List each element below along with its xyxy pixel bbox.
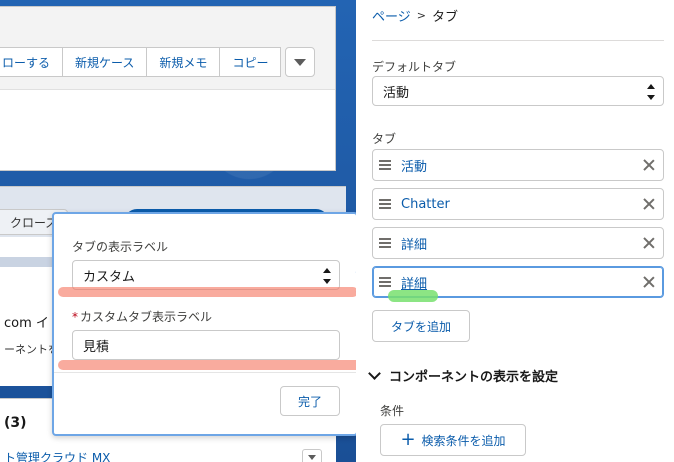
record-header: ローする 新規ケース 新規メモ コピー: [0, 7, 335, 90]
new-note-button[interactable]: 新規メモ: [146, 47, 221, 77]
component-visibility-section[interactable]: コンポーネントの表示を設定: [368, 366, 559, 385]
drag-handle-icon[interactable]: [379, 199, 391, 209]
record-header-card: ローする 新規ケース 新規メモ コピー: [0, 6, 336, 171]
related-record-link[interactable]: ト管理クラウド MX: [4, 449, 110, 462]
related-list-count: (3): [4, 415, 27, 431]
tabs-label: タブ: [372, 132, 397, 146]
copy-button[interactable]: コピー: [219, 47, 282, 77]
default-tab-value: 活動: [383, 85, 410, 101]
popover-divider: [54, 372, 356, 373]
tab-row-details[interactable]: 詳細: [372, 227, 664, 259]
select-arrows-icon: [647, 84, 655, 100]
breadcrumb-separator-icon: >: [416, 9, 426, 22]
tab-row-activity[interactable]: 活動: [372, 149, 664, 181]
properties-panel: ページ > タブ デフォルトタブ 活動 タブ 活動 Chatter 詳細 詳細 …: [356, 0, 674, 462]
required-marker: *: [72, 310, 78, 324]
drag-handle-icon[interactable]: [379, 277, 391, 287]
chevron-down-icon: [368, 367, 381, 380]
add-filter-button[interactable]: + 検索条件を追加: [380, 424, 526, 456]
row-action-button[interactable]: [302, 449, 322, 462]
default-tab-label: デフォルトタブ: [372, 60, 457, 74]
tab-label-select-value: カスタム: [83, 269, 136, 285]
action-button-group: ローする 新規ケース 新規メモ コピー: [0, 47, 316, 77]
more-actions-button[interactable]: [285, 47, 316, 77]
conditions-label: 条件: [380, 404, 405, 418]
breadcrumb-current: タブ: [431, 10, 458, 25]
custom-label-field-label: * カスタムタブ表示ラベル: [72, 308, 212, 325]
drag-handle-icon[interactable]: [379, 238, 391, 248]
drag-handle-icon[interactable]: [379, 160, 391, 170]
tab-label-field-label: タブの表示ラベル: [72, 240, 169, 254]
default-tab-select[interactable]: 活動: [372, 76, 664, 106]
panel-divider: [372, 40, 664, 41]
tab-row-name[interactable]: 詳細: [401, 234, 639, 253]
close-icon[interactable]: [639, 272, 659, 292]
custom-label-input-value: 見積: [83, 339, 110, 355]
close-icon[interactable]: [639, 194, 659, 214]
chevron-down-icon: [294, 58, 307, 66]
done-button[interactable]: 完了: [280, 386, 340, 416]
highlight-mark-input: [58, 360, 364, 370]
partial-component-text: ーネントを: [4, 343, 59, 356]
breadcrumb-page-link[interactable]: ページ: [372, 6, 411, 25]
component-visibility-title: コンポーネントの表示を設定: [389, 370, 559, 385]
breadcrumb: ページ > タブ: [372, 6, 458, 25]
custom-label-text: カスタムタブ表示ラベル: [80, 310, 213, 324]
partial-heading: com イ: [4, 316, 49, 331]
tab-row-chatter[interactable]: Chatter: [372, 188, 664, 220]
highlight-mark-tab: [388, 290, 438, 302]
select-arrows-icon: [323, 268, 331, 284]
tab-row-name[interactable]: 詳細: [401, 273, 639, 292]
add-tab-button[interactable]: タブを追加: [372, 310, 470, 342]
add-filter-label: 検索条件を追加: [421, 433, 506, 448]
custom-label-input[interactable]: 見積: [72, 330, 340, 360]
tab-row-name[interactable]: 活動: [401, 156, 639, 175]
close-icon[interactable]: [639, 233, 659, 253]
plus-icon: +: [400, 429, 416, 450]
close-icon[interactable]: [639, 155, 659, 175]
new-case-button[interactable]: 新規ケース: [62, 47, 148, 77]
tab-row-name[interactable]: Chatter: [401, 197, 639, 212]
tab-edit-popover: タブの表示ラベル カスタム * カスタムタブ表示ラベル 見積 完了: [52, 212, 358, 436]
tab-label-select[interactable]: カスタム: [72, 260, 340, 290]
highlight-mark-select: [58, 287, 358, 297]
follow-button[interactable]: ローする: [0, 47, 64, 77]
chevron-down-icon: [308, 454, 316, 460]
